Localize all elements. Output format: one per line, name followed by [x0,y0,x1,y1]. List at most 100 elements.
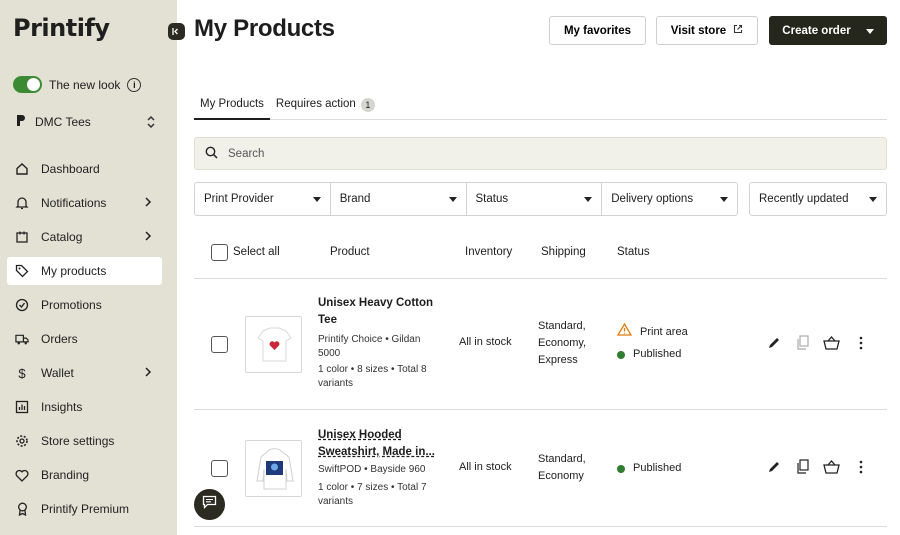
column-product: Product [330,246,370,258]
sidebar-item-orders[interactable]: Orders [7,325,162,353]
tab-label: My Products [200,98,264,110]
search-input[interactable]: Search [194,137,887,170]
edit-pencil-icon[interactable] [765,458,782,475]
caret-down-icon [720,195,728,204]
product-name[interactable]: Unisex Heavy Cotton Tee [318,295,438,329]
sidebar-item-insights[interactable]: Insights [7,393,162,421]
sidebar-item-label: Notifications [41,196,107,210]
table-header: Select all Product Inventory Shipping St… [194,236,887,279]
more-vertical-icon[interactable] [852,458,869,475]
filter-bar: Print Provider Brand Status Delivery opt… [194,182,738,216]
sidebar-nav: Dashboard Notifications Catalog My produ… [7,155,162,529]
chevron-right-icon [145,196,152,210]
tab-my-products[interactable]: My Products [194,96,270,120]
filter-label: Print Provider [204,193,274,205]
sidebar-item-label: Store settings [41,434,115,448]
column-inventory: Inventory [465,246,513,258]
sidebar-item-label: Promotions [41,298,102,312]
product-thumbnail[interactable] [245,440,302,497]
published-dot-icon [617,464,625,473]
status-label: Published [633,348,682,360]
table-row[interactable]: Unisex Heavy Cotton Tee Printify Choice … [194,279,887,410]
table-row[interactable]: Unisex Hooded Sweatshirt, Made in... Swi… [194,410,887,527]
product-provider: Printify Choice • Gildan 5000 [318,334,421,359]
row-checkbox[interactable] [211,460,228,477]
new-look-toggle[interactable] [13,76,42,93]
product-thumbnail[interactable] [245,316,302,373]
row-actions [765,334,869,351]
more-vertical-icon[interactable] [852,334,869,351]
caret-down-icon [869,195,877,204]
filter-delivery-options[interactable]: Delivery options [602,183,737,215]
edit-pencil-icon[interactable] [765,334,782,351]
info-icon[interactable]: i [127,77,142,92]
bell-icon [15,196,29,210]
sidebar-item-label: Dashboard [41,162,100,176]
sidebar-item-label: Insights [41,400,83,414]
my-favorites-label: My favorites [563,24,632,37]
gear-icon [15,434,29,448]
status-label: Published [633,462,682,474]
sidebar-item-notifications[interactable]: Notifications [7,189,162,217]
heart-icon [15,468,29,482]
product-provider: SwiftPOD • Bayside 960 [318,464,426,475]
chart-icon [15,400,29,414]
sidebar-item-label: My products [41,264,107,278]
requires-action-count-badge: 1 [360,98,375,112]
tab-label: Requires action [275,98,356,110]
basket-icon[interactable] [823,458,840,475]
product-variants: 1 color • 8 sizes • Total 8 variants [318,364,427,389]
sort-selected-label: Recently updated [759,193,849,205]
external-link-icon [733,24,743,37]
sidebar-item-store-settings[interactable]: Store settings [7,427,162,455]
filter-print-provider[interactable]: Print Provider [195,183,331,215]
print-area-warning: Print area [616,322,688,342]
duplicate-icon[interactable] [794,334,811,351]
sidebar-item-my-products[interactable]: My products [7,257,162,285]
collapse-sidebar-icon[interactable] [168,23,185,40]
sidebar-item-printify-premium[interactable]: Printify Premium [7,495,162,523]
sidebar-item-dashboard[interactable]: Dashboard [7,155,162,183]
chevron-updown-icon [146,115,156,130]
search-placeholder: Search [228,147,265,160]
promotion-badge-icon [15,298,29,312]
product-variants: 1 color • 7 sizes • Total 7 variants [318,482,427,507]
filter-status[interactable]: Status [467,183,603,215]
create-order-label: Create order [782,24,851,37]
caret-down-icon [448,195,457,204]
duplicate-icon[interactable] [794,458,811,475]
sidebar-item-branding[interactable]: Branding [7,461,162,489]
published-dot-icon [617,350,625,359]
filter-brand[interactable]: Brand [331,183,467,215]
sidebar-item-wallet[interactable]: $ Wallet [7,359,162,387]
sidebar-item-catalog[interactable]: Catalog [7,223,162,251]
sidebar-item-label: Orders [41,332,78,346]
truck-icon [15,332,29,346]
printify-logo[interactable]: Printify [13,14,110,42]
create-order-button[interactable]: Create order [769,16,887,45]
filter-label: Delivery options [611,193,694,205]
chevron-right-icon [145,366,152,380]
chevron-right-icon [145,230,152,244]
sidebar: Printify The new look i DMC Tees Dashboa… [0,0,177,535]
row-actions [765,458,869,475]
row-checkbox[interactable] [211,336,228,353]
sidebar-item-label: Catalog [41,230,83,244]
store-switcher[interactable]: DMC Tees [16,114,156,130]
product-name[interactable]: Unisex Hooded Sweatshirt, Made in... [318,427,438,461]
sidebar-item-label: Wallet [41,366,74,380]
warning-triangle-icon [616,322,633,342]
select-all-label: Select all [233,246,280,258]
new-look-label: The new look [49,77,121,92]
sort-select[interactable]: Recently updated [749,182,887,216]
visit-store-button[interactable]: Visit store [656,16,758,45]
tab-requires-action[interactable]: Requires action 1 [270,96,381,120]
my-favorites-button[interactable]: My favorites [549,16,646,45]
sidebar-item-promotions[interactable]: Promotions [7,291,162,319]
column-status: Status [617,246,650,258]
select-all-checkbox[interactable] [211,244,228,261]
medal-icon [15,502,29,516]
caret-down-icon [865,25,874,37]
basket-icon[interactable] [823,334,840,351]
caret-down-icon [312,195,321,204]
